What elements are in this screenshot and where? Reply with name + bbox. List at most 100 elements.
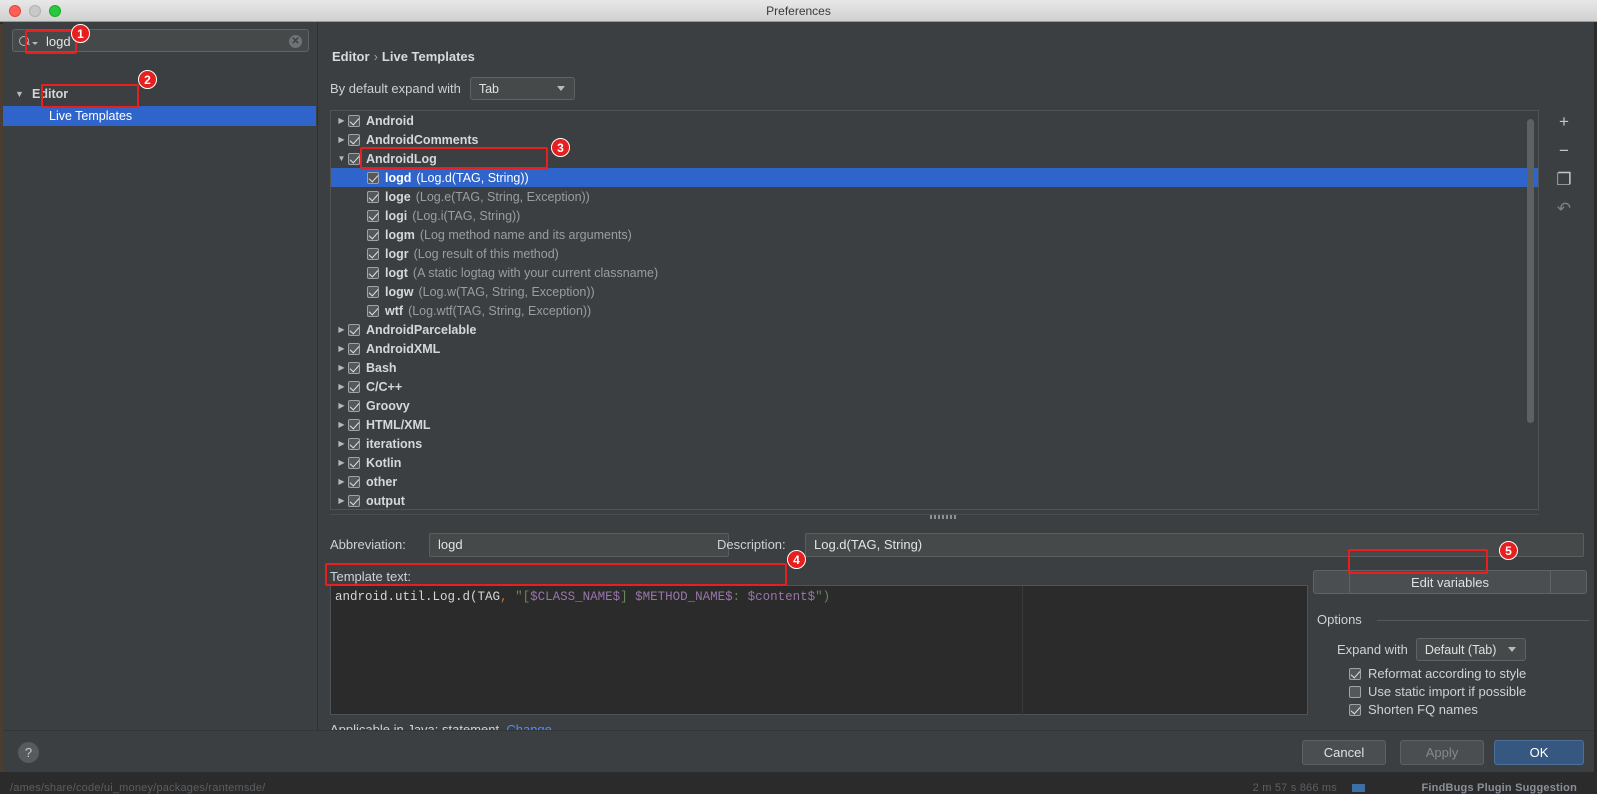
copy-icon[interactable]: ❐ bbox=[1553, 170, 1575, 190]
checkbox-icon[interactable] bbox=[1349, 667, 1361, 680]
template-group-row[interactable]: ▶ HTML/XML bbox=[331, 415, 1538, 434]
checkbox-icon[interactable] bbox=[367, 285, 379, 298]
expand-with-select[interactable]: Default (Tab) bbox=[1415, 638, 1526, 661]
template-row[interactable]: logr (Log result of this method) bbox=[331, 244, 1538, 263]
default-expand-value: Tab bbox=[478, 81, 499, 96]
clear-search-icon[interactable]: ✕ bbox=[289, 35, 302, 48]
option-label: Shorten FQ names bbox=[1368, 702, 1478, 717]
template-group-row[interactable]: ▶ AndroidXML bbox=[331, 339, 1538, 358]
checkbox-icon[interactable] bbox=[348, 494, 360, 507]
minimize-icon[interactable] bbox=[29, 5, 41, 17]
edit-variables-button[interactable]: Edit variables bbox=[1349, 570, 1551, 594]
template-row[interactable]: logd (Log.d(TAG, String)) bbox=[331, 168, 1538, 187]
checkbox-icon[interactable] bbox=[367, 266, 379, 279]
checkbox-icon[interactable] bbox=[348, 399, 360, 412]
zoom-icon[interactable] bbox=[49, 5, 61, 17]
checkbox-icon[interactable] bbox=[1349, 703, 1361, 716]
chevron-right-icon[interactable]: ▶ bbox=[335, 116, 348, 125]
checkbox-icon[interactable] bbox=[348, 114, 360, 127]
checkbox-icon[interactable] bbox=[348, 342, 360, 355]
panel-splitter[interactable] bbox=[330, 514, 1539, 519]
chevron-right-icon[interactable]: ▶ bbox=[335, 477, 348, 486]
templates-scrollbar-thumb[interactable] bbox=[1527, 119, 1534, 423]
abbreviation-label: Abbreviation: bbox=[330, 537, 406, 552]
chevron-right-icon[interactable]: ▶ bbox=[335, 401, 348, 410]
checkbox-icon[interactable] bbox=[348, 437, 360, 450]
close-icon[interactable] bbox=[9, 5, 21, 17]
chevron-right-icon[interactable]: ▶ bbox=[335, 135, 348, 144]
chevron-right-icon[interactable]: ▶ bbox=[335, 439, 348, 448]
chevron-right-icon[interactable]: ▶ bbox=[335, 458, 348, 467]
checkbox-icon[interactable] bbox=[367, 209, 379, 222]
template-name: C/C++ bbox=[366, 379, 403, 394]
checkbox-icon[interactable] bbox=[367, 247, 379, 260]
template-group-row[interactable]: ▶ other bbox=[331, 472, 1538, 491]
search-input[interactable]: logd ✕ bbox=[12, 29, 309, 52]
templates-list[interactable]: ▶ Android ▶ AndroidComments ▼ AndroidLog logd(… bbox=[330, 110, 1539, 510]
chevron-right-icon[interactable]: ▶ bbox=[335, 420, 348, 429]
template-text-editor[interactable]: android.util.Log.d(TAG, "[$CLASS_NAME$] … bbox=[330, 585, 1308, 716]
checkbox-icon[interactable] bbox=[348, 475, 360, 488]
template-group-row[interactable]: ▶ Android bbox=[331, 111, 1538, 130]
template-row[interactable]: logt (A static logtag with your current c… bbox=[331, 263, 1538, 282]
template-group-row[interactable]: ▶ C/C++ bbox=[331, 377, 1538, 396]
checkbox-icon[interactable] bbox=[367, 171, 379, 184]
template-group-row[interactable]: ▼ AndroidLog bbox=[331, 149, 1538, 168]
checkbox-icon[interactable] bbox=[348, 361, 360, 374]
template-row[interactable]: logm (Log method name and its arguments) bbox=[331, 225, 1538, 244]
description-field[interactable]: Log.d(TAG, String) bbox=[805, 533, 1584, 557]
checkbox-icon[interactable] bbox=[1349, 685, 1361, 698]
default-expand-select[interactable]: Tab bbox=[469, 77, 575, 100]
template-group-row[interactable]: ▶ Kotlin bbox=[331, 453, 1538, 472]
template-group-row[interactable]: ▶ Bash bbox=[331, 358, 1538, 377]
checkbox-icon[interactable] bbox=[348, 323, 360, 336]
template-group-row[interactable]: ▶ output bbox=[331, 491, 1538, 509]
chevron-right-icon[interactable]: ▶ bbox=[335, 325, 348, 334]
sidebar-item-editor[interactable]: ▼ Editor bbox=[13, 84, 68, 104]
options-legend: Options bbox=[1317, 612, 1368, 627]
abbreviation-field[interactable]: logd bbox=[429, 533, 729, 557]
option-use-static-import[interactable]: Use static import if possible bbox=[1349, 684, 1526, 699]
description-label: Description: bbox=[717, 537, 786, 552]
checkbox-icon[interactable] bbox=[367, 228, 379, 241]
splitter-grip-icon[interactable] bbox=[930, 515, 958, 519]
chevron-right-icon[interactable]: ▶ bbox=[335, 496, 348, 505]
help-button[interactable]: ? bbox=[18, 742, 39, 763]
expand-with-value: Default (Tab) bbox=[1424, 642, 1497, 657]
search-icon[interactable] bbox=[19, 34, 41, 49]
checkbox-icon[interactable] bbox=[348, 133, 360, 146]
template-group-row[interactable]: ▶ Groovy bbox=[331, 396, 1538, 415]
ok-button[interactable]: OK bbox=[1494, 740, 1584, 765]
checkbox-icon[interactable] bbox=[348, 418, 360, 431]
checkbox-icon[interactable] bbox=[367, 190, 379, 203]
templates-scrollbar-track[interactable] bbox=[1527, 115, 1536, 507]
minus-icon[interactable]: − bbox=[1553, 141, 1575, 161]
option-shorten-fq-names[interactable]: Shorten FQ names bbox=[1349, 702, 1478, 717]
chevron-right-icon[interactable]: ▶ bbox=[335, 344, 348, 353]
template-group-row[interactable]: ▶ AndroidParcelable bbox=[331, 320, 1538, 339]
option-reformat-according-to-style[interactable]: Reformat according to style bbox=[1349, 666, 1526, 681]
checkbox-icon[interactable] bbox=[367, 304, 379, 317]
chevron-down-icon[interactable]: ▼ bbox=[335, 154, 348, 163]
template-group-row[interactable]: ▶ iterations bbox=[331, 434, 1538, 453]
checkbox-icon[interactable] bbox=[348, 152, 360, 165]
template-row[interactable]: wtf (Log.wtf(TAG, String, Exception)) bbox=[331, 301, 1538, 320]
chevron-right-icon[interactable]: ▶ bbox=[335, 382, 348, 391]
template-row[interactable]: logw (Log.w(TAG, String, Exception)) bbox=[331, 282, 1538, 301]
breadcrumb-leaf: Live Templates bbox=[381, 49, 475, 64]
options-column: Edit variables Options Expand with Defau… bbox=[1313, 562, 1594, 732]
template-row[interactable]: logi (Log.i(TAG, String)) bbox=[331, 206, 1538, 225]
template-description: (Log.i(TAG, String)) bbox=[412, 208, 521, 223]
sidebar-item-live-templates[interactable]: Live Templates bbox=[3, 106, 316, 126]
chevron-right-icon[interactable]: ▶ bbox=[335, 363, 348, 372]
template-row[interactable]: loge (Log.e(TAG, String, Exception)) bbox=[331, 187, 1538, 206]
checkbox-icon[interactable] bbox=[348, 380, 360, 393]
list-toolbar: + − ❐ ↶ bbox=[1547, 112, 1581, 232]
cancel-button[interactable]: Cancel bbox=[1302, 740, 1386, 765]
option-label: Use static import if possible bbox=[1368, 684, 1527, 699]
template-description: (Log.d(TAG, String)) bbox=[416, 170, 529, 185]
plus-icon[interactable]: + bbox=[1553, 112, 1575, 132]
checkbox-icon[interactable] bbox=[348, 456, 360, 469]
template-group-row[interactable]: ▶ AndroidComments bbox=[331, 130, 1538, 149]
window-controls[interactable] bbox=[9, 5, 61, 17]
